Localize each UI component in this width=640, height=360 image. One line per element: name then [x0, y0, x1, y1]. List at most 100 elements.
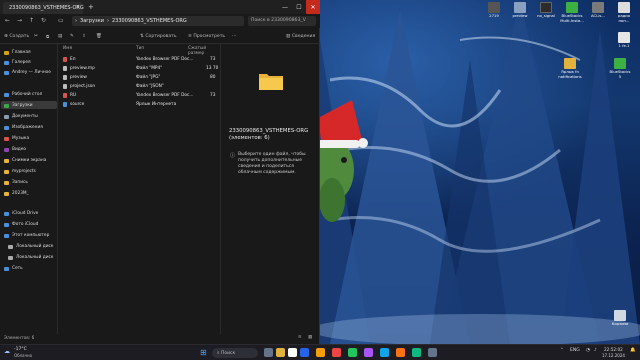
desktop-icon-aclis[interactable]: ACLis...: [586, 2, 610, 19]
clock-date[interactable]: 17.12.2024: [602, 353, 625, 358]
sidebar-item-documents[interactable]: Документы: [4, 114, 38, 119]
taskbar-app-icon[interactable]: [288, 348, 297, 357]
volume-icon[interactable]: ♪: [594, 348, 597, 353]
sidebar-item-music[interactable]: Музыка: [4, 136, 29, 141]
task-view-icon[interactable]: [264, 348, 273, 357]
copy-icon[interactable]: ⧉: [46, 34, 49, 40]
more-icon[interactable]: ⋯: [232, 34, 237, 39]
desktop-icon-no-signal[interactable]: no_signal: [534, 2, 558, 19]
list-view-icon[interactable]: ≡: [298, 335, 302, 340]
up-arrow-icon[interactable]: ↑: [29, 17, 34, 24]
details-pane-button[interactable]: ▥ Сведения: [286, 34, 315, 39]
cloud-icon: [4, 70, 9, 75]
cloud-icon: [4, 211, 9, 216]
view-button[interactable]: ≡ Просмотреть: [188, 34, 225, 39]
sidebar-item-2023[interactable]: 2023М_: [4, 191, 29, 196]
sidebar-item-recording[interactable]: Запись: [4, 180, 28, 185]
table-row[interactable]: preview.mp Файл "MP4" 13 70: [60, 65, 218, 73]
refresh-icon[interactable]: ↻: [41, 17, 46, 24]
forward-arrow-icon[interactable]: →: [17, 17, 22, 24]
desktop-icon-notifications-shortcut[interactable]: Ярлык fn notifications: [558, 58, 582, 79]
desktop-icon-2719[interactable]: 2719: [482, 2, 506, 19]
weather-temp[interactable]: -17°C: [14, 347, 27, 352]
sidebar-item-home[interactable]: Главная: [4, 50, 31, 55]
taskbar-app-icon[interactable]: [332, 348, 341, 357]
search-input[interactable]: Поиск в 2330090863_V: [248, 16, 316, 26]
sidebar-item-screenshots[interactable]: Снимки экрана: [4, 158, 46, 163]
tab-title: 2330090863_VSTHEMES-ORG: [9, 5, 84, 11]
sidebar-item-icloud-drive[interactable]: iCloud Drive: [4, 211, 38, 216]
maximize-button[interactable]: ☐: [292, 0, 306, 14]
table-row[interactable]: project.json Файл "JSON": [60, 83, 218, 91]
sidebar-item-pictures[interactable]: Изображения: [4, 125, 43, 130]
desktop-icon-1fe1[interactable]: 1 fe.1: [612, 32, 636, 49]
table-row[interactable]: RU Yandex Browser PDF Doc... 73: [60, 92, 218, 100]
taskbar-search-input[interactable]: ⌕ Поиск: [212, 348, 258, 358]
table-row[interactable]: source Ярлык Интернета: [60, 101, 218, 109]
sidebar-item-desktop[interactable]: Рабочий стол: [4, 92, 42, 97]
create-button[interactable]: ⊕ Создать: [4, 34, 29, 39]
breadcrumb[interactable]: › Загрузки › 2330090863_VSTHEMES-ORG: [72, 16, 244, 26]
sidebar-item-onedrive[interactable]: Andrey — Личное: [4, 70, 51, 75]
monitor-icon[interactable]: ▭: [58, 17, 64, 24]
wifi-icon[interactable]: ◔: [586, 348, 590, 353]
delete-icon[interactable]: 🗑: [96, 34, 102, 39]
sort-button[interactable]: ⇅ Сортировать: [140, 34, 177, 39]
weather-icon[interactable]: ☁: [4, 348, 10, 355]
column-header-name[interactable]: Имя: [63, 46, 72, 51]
sidebar-item-downloads[interactable]: Загрузки: [4, 103, 33, 108]
language-indicator[interactable]: ENG: [570, 348, 580, 353]
drive-icon: [8, 255, 13, 260]
sidebar-item-network[interactable]: Сеть: [4, 266, 23, 271]
minimize-button[interactable]: —: [278, 0, 292, 14]
sidebar-item-icloud-photos[interactable]: Фото iCloud: [4, 222, 38, 227]
explorer-tab[interactable]: 2330090863_VSTHEMES-ORG ×: [3, 2, 84, 14]
clock-time[interactable]: 22:52:02: [604, 347, 623, 352]
file-explorer-taskbar-icon[interactable]: [276, 348, 285, 357]
tab-close-icon[interactable]: ×: [76, 4, 80, 10]
document-icon: [618, 2, 630, 13]
rename-icon[interactable]: ✎: [70, 34, 74, 39]
download-icon: [4, 103, 9, 108]
weather-desc[interactable]: Облачно: [14, 353, 32, 358]
close-button[interactable]: ✕: [306, 0, 320, 14]
sidebar-item-local-disk-2[interactable]: Локальный диск: [8, 255, 53, 260]
new-tab-button[interactable]: +: [88, 3, 94, 11]
cut-icon[interactable]: ✂: [34, 34, 38, 39]
command-bar: ⊕ Создать ✂ ⧉ ▤ ✎ ⇪ 🗑 ⇅ Сортировать ≡ Пр…: [0, 30, 320, 44]
taskbar-app-icon[interactable]: [364, 348, 373, 357]
notification-bell-icon[interactable]: 🔔: [630, 348, 636, 353]
sidebar-item-gallery[interactable]: Галерея: [4, 60, 31, 65]
desktop-icon-preview[interactable]: preview: [508, 2, 532, 19]
desktop-icon-bluestacks5[interactable]: BlueStacks 5: [608, 58, 632, 79]
sidebar-item-this-pc[interactable]: Этот компьютер: [4, 233, 49, 238]
desktop-icon-bluestacks-multi[interactable]: BlueStacks Multi-Insta...: [560, 2, 584, 23]
table-row[interactable]: Еп Yandex Browser PDF Doc... 73: [60, 56, 218, 64]
share-icon[interactable]: ⇪: [82, 34, 86, 39]
taskbar-app-icon[interactable]: [380, 348, 389, 357]
sidebar-item-local-disk-1[interactable]: Локальный диск: [8, 244, 53, 249]
tray-overflow-icon[interactable]: ⌃: [560, 348, 564, 353]
column-header-type[interactable]: Тип: [136, 46, 144, 51]
windows-start-icon[interactable]: ⊞: [200, 348, 207, 357]
paste-icon[interactable]: ▤: [58, 34, 62, 39]
taskbar-app-icon[interactable]: [396, 348, 405, 357]
file-name: RU: [70, 93, 77, 98]
desktop-icon-recycle-bin[interactable]: Корзина: [608, 310, 632, 327]
sidebar-item-video[interactable]: Видео: [4, 147, 26, 152]
column-header-size[interactable]: Сжатый размер: [188, 46, 220, 56]
breadcrumb-current-folder[interactable]: 2330090863_VSTHEMES-ORG: [112, 18, 187, 24]
grid-view-icon[interactable]: ▦: [308, 335, 312, 340]
taskbar-app-icon[interactable]: [300, 348, 309, 357]
breadcrumb-downloads[interactable]: Загрузки: [80, 18, 104, 24]
taskbar: ☁ -17°C Облачно ⊞ ⌕ Поиск ⌃ ENG ◔ ♪ 22:5…: [0, 344, 640, 360]
file-size: 13 70: [206, 66, 219, 71]
back-arrow-icon[interactable]: ←: [5, 17, 10, 24]
taskbar-app-icon[interactable]: [316, 348, 325, 357]
taskbar-app-icon[interactable]: [428, 348, 437, 357]
table-row[interactable]: preview Файл "JPG" 80: [60, 74, 218, 82]
desktop-icon-radio[interactable]: радио поп...: [612, 2, 636, 23]
sidebar-item-myprojects[interactable]: myprojects: [4, 169, 36, 174]
taskbar-app-icon[interactable]: [412, 348, 421, 357]
taskbar-app-icon[interactable]: [348, 348, 357, 357]
